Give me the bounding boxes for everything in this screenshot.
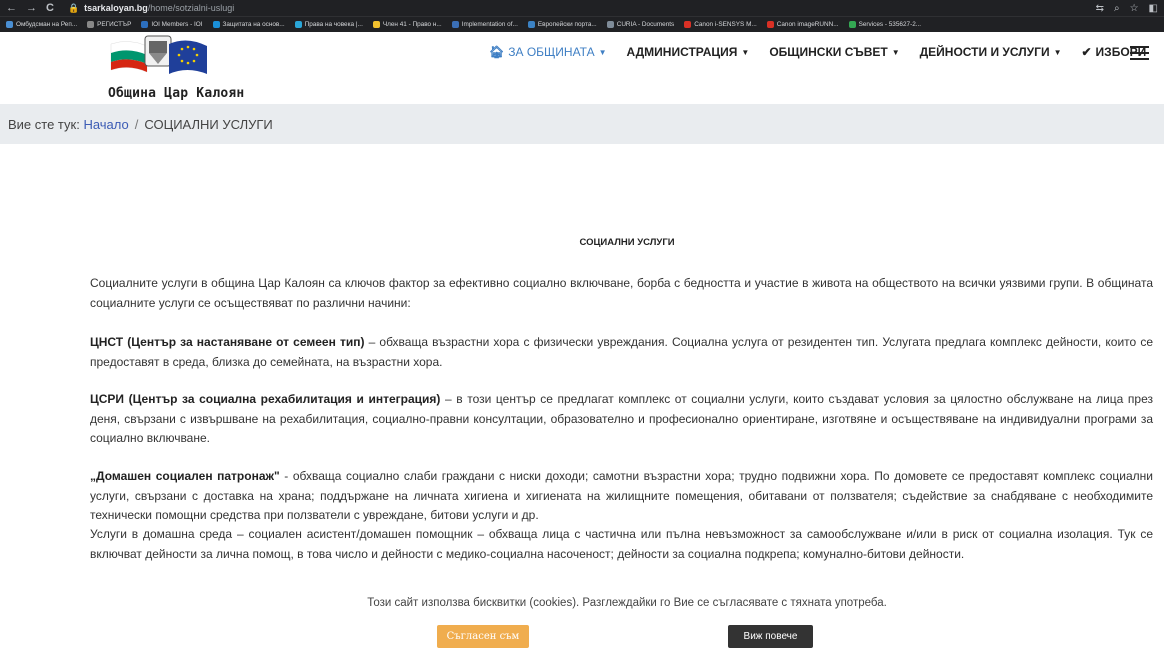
zoom-icon[interactable]: ⌕ bbox=[1114, 3, 1120, 14]
chevron-down-icon: ▼ bbox=[891, 47, 900, 57]
bookmark-favicon-icon bbox=[606, 21, 614, 28]
paragraph-cnst: ЦНСТ (Център за настаняване от семеен ти… bbox=[90, 333, 1153, 372]
bookmark-label: Canon i-SENSYS M... bbox=[694, 21, 757, 28]
csri-heading: ЦСРИ (Център за социална рехабилитация и… bbox=[90, 392, 441, 406]
paragraph-csri: ЦСРИ (Център за социална рехабилитация и… bbox=[90, 390, 1153, 449]
bookmark-item[interactable]: Член 41 - Право н... bbox=[372, 21, 442, 28]
patronage-heading: „Домашен социален патронаж" bbox=[90, 469, 280, 483]
bookmark-item[interactable]: РЕГИСТЪР bbox=[87, 21, 131, 28]
menu-services[interactable]: ДЕЙНОСТИ И УСЛУГИ ▼ bbox=[920, 45, 1062, 59]
browser-actions: ⇆ ⌕ ☆ ◧ bbox=[1096, 0, 1158, 16]
main-menu: 🏠︎ ЗА ОБЩИНАТА ▼ АДМИНИСТРАЦИЯ ▼ ОБЩИНСК… bbox=[489, 45, 1164, 59]
bookmark-favicon-icon bbox=[766, 21, 774, 28]
breadcrumb-prefix: Вие сте тук: bbox=[8, 116, 80, 132]
breadcrumb-current: СОЦИАЛНИ УСЛУГИ bbox=[144, 116, 273, 132]
municipality-logo[interactable] bbox=[107, 32, 217, 92]
page-title: СОЦИАЛНИ УСЛУГИ bbox=[579, 237, 675, 248]
bookmark-favicon-icon bbox=[684, 21, 692, 28]
breadcrumb-home-link[interactable]: Начало bbox=[83, 117, 128, 132]
reload-icon[interactable]: C bbox=[46, 2, 54, 14]
bookmark-label: Защитата на основ... bbox=[222, 21, 285, 28]
bookmark-label: Права на човека |... bbox=[304, 21, 363, 28]
check-icon: ✔ bbox=[1081, 45, 1092, 59]
bookmark-item[interactable]: CURIA - Documents bbox=[606, 21, 675, 28]
chevron-down-icon: ▼ bbox=[741, 47, 750, 57]
bookmark-label: CURIA - Documents bbox=[616, 21, 675, 28]
menu-council-label: ОБЩИНСКИ СЪВЕТ bbox=[769, 45, 888, 59]
browser-nav: ← → C bbox=[6, 2, 54, 14]
cnst-heading: ЦНСТ (Център за настаняване от семеен ти… bbox=[90, 335, 365, 349]
star-icon[interactable]: ☆ bbox=[1130, 3, 1139, 14]
home-icon: 🏠︎ bbox=[489, 45, 505, 59]
bookmark-favicon-icon bbox=[294, 21, 302, 28]
bookmark-item[interactable]: Защитата на основ... bbox=[212, 21, 285, 28]
url-domain: tsarkaloyan.bg bbox=[84, 3, 148, 13]
bookmark-item[interactable]: Европейски порта... bbox=[527, 21, 597, 28]
address-bar[interactable]: 🔒 tsarkaloyan.bg/home/sotzialni-uslugi bbox=[68, 3, 234, 14]
bookmark-favicon-icon bbox=[372, 21, 380, 28]
chevron-down-icon: ▼ bbox=[1053, 47, 1062, 57]
bookmark-label: Член 41 - Право н... bbox=[382, 21, 442, 28]
bookmark-item[interactable]: Services - 535627-2... bbox=[848, 21, 922, 28]
bookmark-label: Implementation of... bbox=[461, 21, 518, 28]
window-icon[interactable]: ◧ bbox=[1149, 3, 1158, 14]
bookmark-label: IOI Members - IOI bbox=[151, 21, 203, 28]
lock-icon: 🔒 bbox=[67, 2, 80, 13]
bookmark-item[interactable]: Canon imageRUNN... bbox=[766, 21, 839, 28]
bookmarks-bar: Омбудсман на Реп... РЕГИСТЪР IOI Members -… bbox=[0, 16, 1164, 32]
url-path: /home/sotzialni-uslugi bbox=[147, 3, 235, 13]
chevron-down-icon: ▼ bbox=[598, 47, 607, 57]
browser-toolbar: ← → C 🔒 tsarkaloyan.bg/home/sotzialni-us… bbox=[0, 0, 1164, 16]
back-icon[interactable]: ← bbox=[6, 2, 17, 14]
paragraph-home-care: Услуги в домашна среда – социален асисте… bbox=[90, 527, 1153, 561]
cookie-notice-text: Този сайт използва бисквитки (cookies). … bbox=[367, 597, 887, 609]
cookie-more-button[interactable]: Виж повече bbox=[728, 625, 813, 648]
bookmark-item[interactable]: Права на човека |... bbox=[294, 21, 363, 28]
menu-about-label: ЗА ОБЩИНАТА bbox=[508, 45, 595, 59]
menu-administration[interactable]: АДМИНИСТРАЦИЯ ▼ bbox=[627, 45, 750, 59]
bookmark-item[interactable]: Canon i-SENSYS M... bbox=[684, 21, 757, 28]
bookmark-label: Services - 535627-2... bbox=[858, 21, 922, 28]
menu-council[interactable]: ОБЩИНСКИ СЪВЕТ ▼ bbox=[769, 45, 899, 59]
menu-services-label: ДЕЙНОСТИ И УСЛУГИ bbox=[919, 45, 1050, 59]
bookmark-item[interactable]: Implementation of... bbox=[451, 21, 518, 28]
bookmark-label: Европейски порта... bbox=[537, 21, 597, 28]
bookmark-favicon-icon bbox=[527, 21, 535, 28]
intro-paragraph: Социалните услуги в община Цар Калоян са… bbox=[90, 276, 1153, 310]
cookie-agree-button[interactable]: Съгласен съм bbox=[437, 625, 529, 648]
hamburger-menu-icon[interactable] bbox=[1130, 46, 1149, 60]
bookmark-favicon-icon bbox=[141, 21, 149, 28]
bookmark-favicon-icon bbox=[451, 21, 459, 28]
bookmark-favicon-icon bbox=[6, 21, 13, 28]
breadcrumb: Вие сте тук: Начало / СОЦИАЛНИ УСЛУГИ bbox=[0, 104, 1164, 144]
bookmark-favicon-icon bbox=[87, 21, 95, 28]
breadcrumb-separator: / bbox=[134, 116, 139, 132]
bookmark-item[interactable]: IOI Members - IOI bbox=[141, 21, 203, 28]
bookmark-label: Омбудсман на Реп... bbox=[16, 21, 78, 28]
menu-administration-label: АДМИНИСТРАЦИЯ bbox=[626, 45, 738, 59]
site-name[interactable]: Община Цар Калоян bbox=[108, 86, 244, 101]
bookmark-label: Canon imageRUNN... bbox=[776, 21, 839, 28]
translate-icon[interactable]: ⇆ bbox=[1096, 3, 1104, 14]
bookmark-favicon-icon bbox=[848, 21, 856, 28]
menu-about[interactable]: 🏠︎ ЗА ОБЩИНАТА ▼ bbox=[489, 45, 607, 59]
bookmark-favicon-icon bbox=[212, 21, 220, 28]
bookmark-item[interactable]: Омбудсман на Реп... bbox=[6, 21, 77, 28]
paragraph-patronage: „Домашен социален патронаж" - обхваща со… bbox=[90, 467, 1153, 526]
forward-icon[interactable]: → bbox=[26, 2, 37, 14]
bookmark-label: РЕГИСТЪР bbox=[97, 21, 132, 28]
site-header: Община Цар Калоян 🏠︎ ЗА ОБЩИНАТА ▼ АДМИН… bbox=[0, 32, 1164, 104]
